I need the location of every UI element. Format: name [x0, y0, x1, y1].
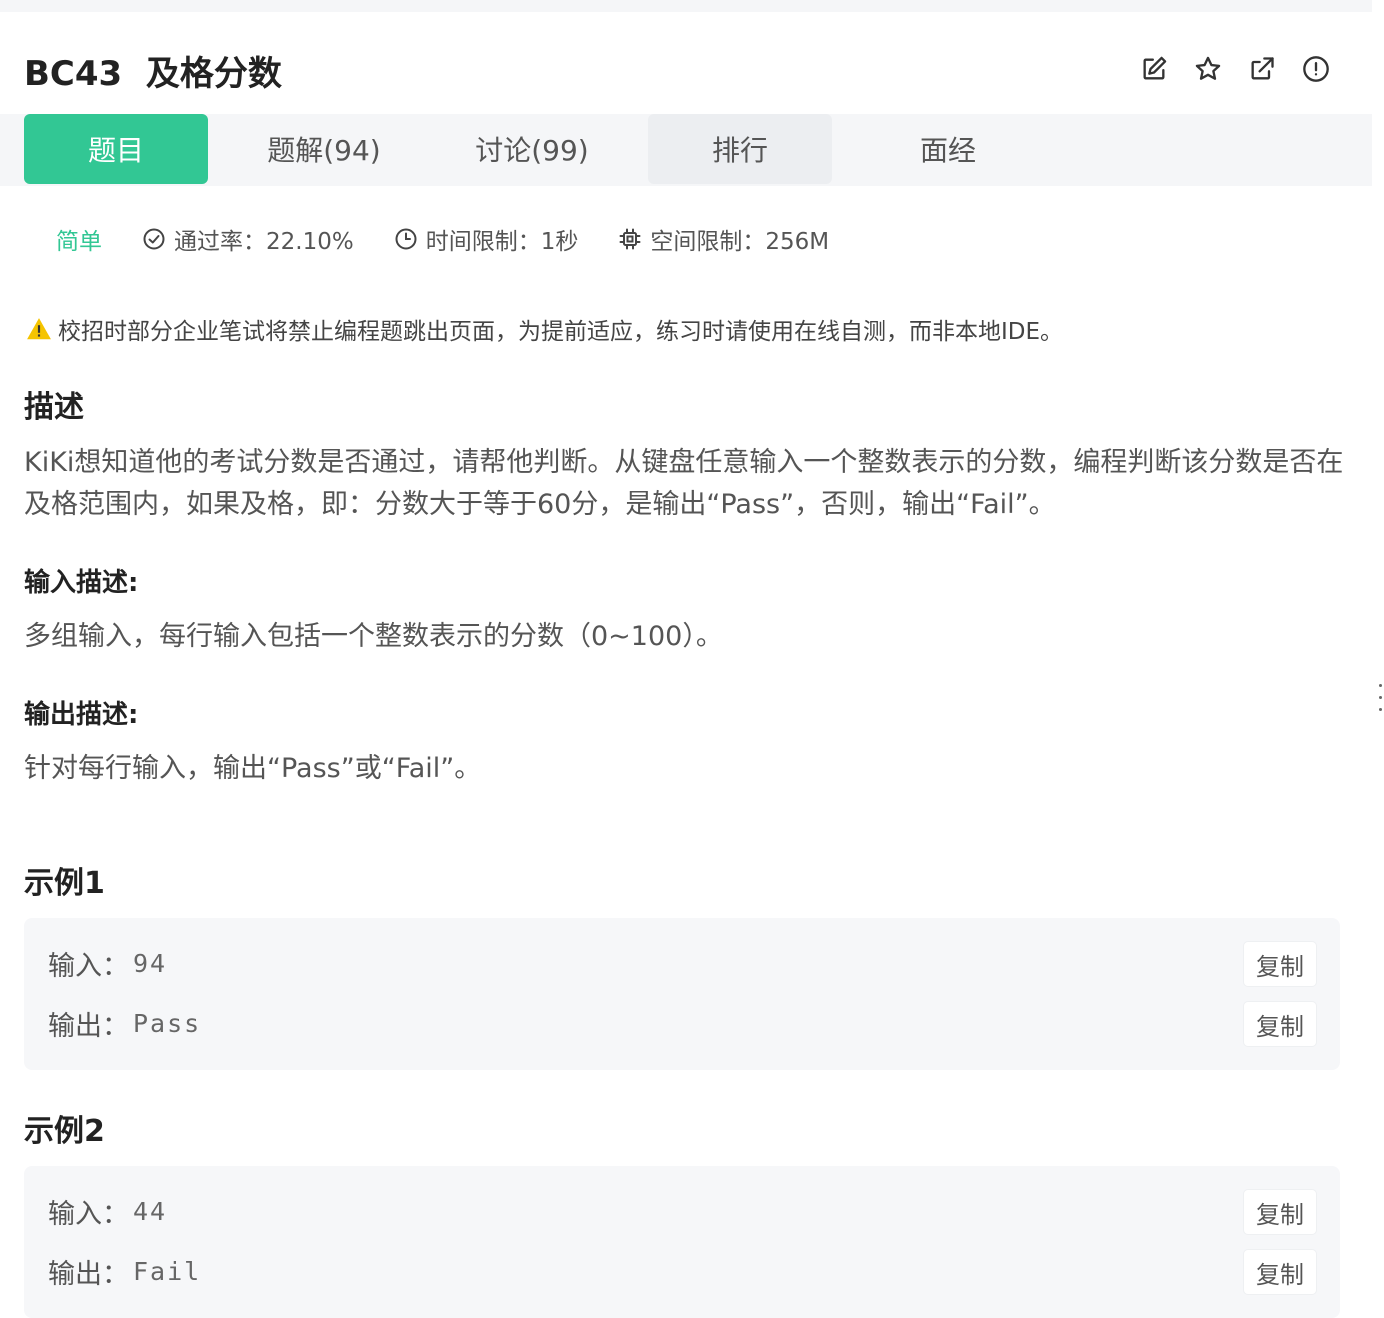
top-strip — [0, 0, 1372, 12]
copy-input-button[interactable]: 复制 — [1244, 942, 1316, 986]
clock-icon — [395, 228, 417, 250]
share-icon[interactable] — [1246, 53, 1278, 85]
problem-name: 及格分数 — [145, 54, 282, 94]
tab-solutions[interactable]: 题解(94) — [232, 114, 416, 184]
notice-text: 校招时部分企业笔试将禁止编程题跳出页面，为提前适应，练习时请使用在线自测，而非本… — [58, 319, 1064, 345]
example-2-input: 输入： 44 — [48, 1192, 167, 1231]
chip-icon — [619, 228, 641, 250]
pass-rate-text: 通过率：22.10% — [174, 229, 354, 255]
example-2-heading: 示例2 — [24, 1114, 105, 1149]
input-label: 输入： — [48, 1199, 129, 1230]
resize-handle[interactable] — [1378, 684, 1384, 714]
memory-limit-text: 空间限制：256M — [650, 229, 830, 255]
difficulty-badge: 简单 — [56, 229, 102, 255]
tab-bar: 题目 题解(94) 讨论(99) 排行 面经 — [0, 114, 1372, 186]
problem-meta: 简单 通过率：22.10% 时间限制：1秒 空间限制：256M — [56, 222, 869, 256]
input-desc-heading: 输入描述: — [24, 568, 139, 598]
side-rail — [1372, 0, 1384, 1318]
example-2-box: 输入： 44 复制 输出： Fail 复制 — [24, 1166, 1340, 1318]
time-limit-text: 时间限制：1秒 — [425, 229, 579, 255]
input-desc-text: 多组输入，每行输入包括一个整数表示的分数（0~100）。 — [24, 621, 723, 652]
example-1-output: 输出： Pass — [48, 1004, 201, 1043]
check-circle-icon — [143, 228, 165, 250]
problem-code: BC43 — [24, 54, 123, 94]
description-heading: 描述 — [24, 390, 84, 425]
example-1-input: 输入： 94 — [48, 944, 167, 983]
output-label: 输出： — [48, 1259, 129, 1290]
copy-input-button[interactable]: 复制 — [1244, 1190, 1316, 1234]
tab-problem[interactable]: 题目 — [24, 114, 208, 184]
output-value: Fail — [133, 1257, 202, 1286]
input-value: 44 — [133, 1197, 168, 1226]
description-text: KiKi想知道他的考试分数是否通过，请帮他判断。从键盘任意输入一个整数表示的分数… — [24, 447, 1344, 520]
example-2-output: 输出： Fail — [48, 1252, 201, 1291]
example-1-heading: 示例1 — [24, 866, 105, 901]
tab-interview[interactable]: 面经 — [856, 114, 1040, 184]
copy-output-button[interactable]: 复制 — [1244, 1002, 1316, 1046]
output-value: Pass — [133, 1009, 202, 1038]
memory-limit: 空间限制：256M — [618, 222, 829, 256]
problem-toolbar — [1138, 53, 1332, 85]
tab-ranking[interactable]: 排行 — [648, 114, 832, 184]
tab-discussion[interactable]: 讨论(99) — [440, 114, 624, 184]
output-label: 输出： — [48, 1011, 129, 1042]
exam-notice: 校招时部分企业笔试将禁止编程题跳出页面，为提前适应，练习时请使用在线自测，而非本… — [26, 312, 1063, 346]
pass-rate: 通过率：22.10% — [142, 222, 354, 256]
output-desc-heading: 输出描述: — [24, 700, 139, 730]
time-limit: 时间限制：1秒 — [394, 222, 579, 256]
input-label: 输入： — [48, 951, 129, 982]
output-desc-text: 针对每行输入，输出“Pass”或“Fail”。 — [24, 753, 482, 784]
star-icon[interactable] — [1192, 53, 1224, 85]
warning-icon — [27, 318, 51, 340]
report-icon[interactable] — [1300, 53, 1332, 85]
example-1-box: 输入： 94 复制 输出： Pass 复制 — [24, 918, 1340, 1070]
copy-output-button[interactable]: 复制 — [1244, 1250, 1316, 1294]
edit-icon[interactable] — [1138, 53, 1170, 85]
page-title: BC43 及格分数 — [24, 46, 282, 95]
input-value: 94 — [133, 949, 168, 978]
